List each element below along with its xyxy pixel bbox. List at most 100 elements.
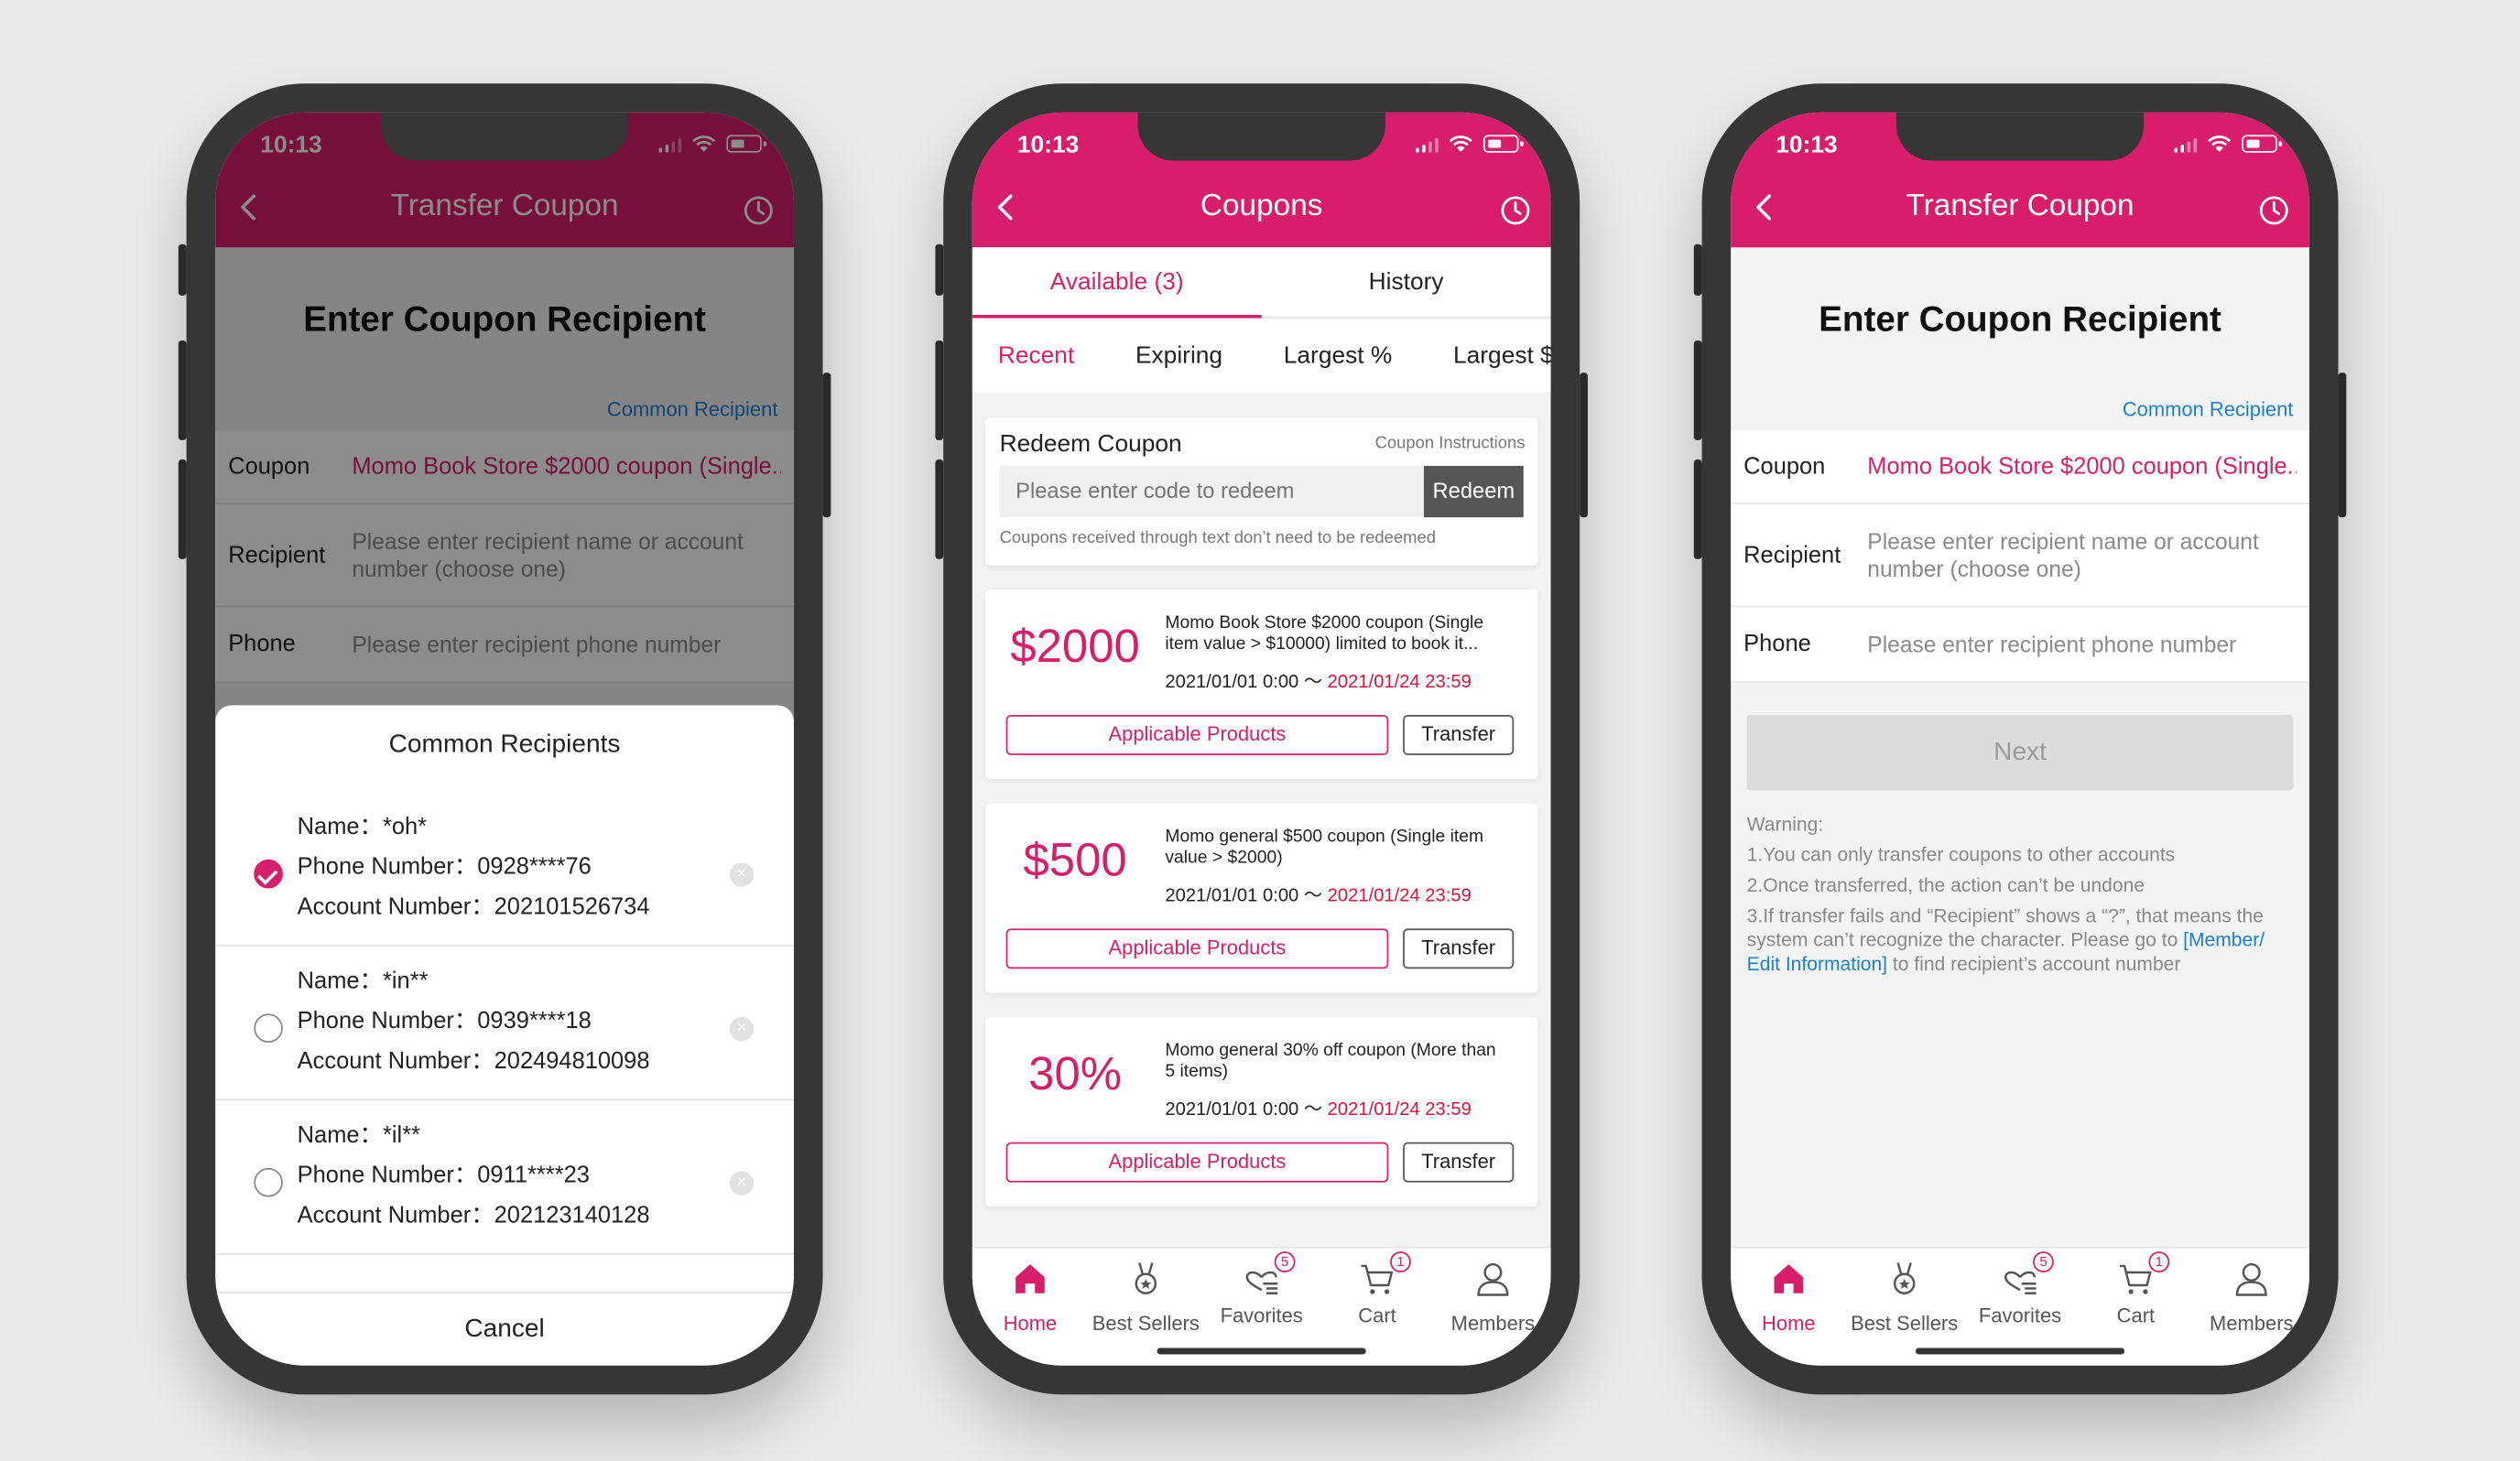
applicable-products-button[interactable]: Applicable Products	[1005, 714, 1389, 755]
recipient-phone: Phone Number：0939****18	[297, 1009, 592, 1035]
nav-members[interactable]: Members	[2194, 1249, 2309, 1336]
radio-unselected-icon[interactable]	[254, 1167, 283, 1197]
volume-up-button	[178, 341, 187, 440]
back-chevron-icon[interactable]	[1754, 193, 1776, 222]
coupon-validity: 2021/01/01 0:00 〜 2021/01/24 23:59	[1165, 882, 1471, 907]
nav-cart[interactable]: 1 Cart	[1320, 1249, 1435, 1327]
cart-badge: 1	[1390, 1251, 1411, 1272]
remove-icon[interactable]: ×	[729, 1171, 755, 1196]
signal-icon	[2173, 135, 2198, 152]
volume-down-button	[1693, 459, 1702, 559]
filter-expiring[interactable]: Expiring	[1135, 319, 1222, 392]
applicable-products-button[interactable]: Applicable Products	[1005, 1142, 1389, 1183]
filter-recent[interactable]: Recent	[998, 319, 1074, 392]
coupon-row[interactable]: Coupon Momo Book Store $2000 coupon (Sin…	[1731, 430, 2309, 505]
status-time: 10:13	[1016, 131, 1080, 159]
filter-largest-percent[interactable]: Largest %	[1284, 319, 1393, 392]
history-clock-icon[interactable]	[1499, 194, 1531, 226]
mute-switch	[178, 244, 187, 296]
battery-icon	[1483, 135, 1523, 153]
redeem-card: Redeem Coupon Coupon Instructions Redeem…	[984, 417, 1538, 566]
power-button	[2338, 373, 2347, 518]
next-button[interactable]: Next	[1746, 714, 2294, 791]
applicable-products-button[interactable]: Applicable Products	[1005, 928, 1389, 969]
nav-home-label: Home	[1762, 1312, 1816, 1336]
status-time: 10:13	[1776, 131, 1838, 159]
recipient-phone: Phone Number：0928****76	[297, 854, 592, 881]
coupon-end: 2021/01/24 23:59	[1327, 673, 1472, 693]
coupon-value: Momo Book Store $2000 coupon (Single...	[1867, 453, 2297, 480]
cart-badge: 1	[2148, 1251, 2170, 1272]
nav-favorites-label: Favorites	[1978, 1304, 2062, 1327]
recipient-name: Name：*il**	[297, 1122, 421, 1149]
recipient-option[interactable]: Name：*oh* Phone Number：0928****76 Accoun…	[215, 792, 794, 947]
wifi-icon	[1449, 135, 1472, 152]
coupon-validity: 2021/01/01 0:00 〜 2021/01/24 23:59	[1165, 668, 1471, 694]
nav-favorites[interactable]: 5 Favorites	[1203, 1249, 1319, 1327]
recipient-input[interactable]: Please enter recipient name or account n…	[1867, 528, 2297, 583]
nav-cart-label: Cart	[1358, 1304, 1396, 1327]
history-clock-icon[interactable]	[2258, 194, 2290, 226]
page-title: Enter Coupon Recipient	[1819, 298, 2221, 340]
person-icon	[2235, 1262, 2267, 1296]
screen-transfer-sheet: 10:13 Transfer Coupon Enter Coupon Recip…	[215, 112, 794, 1366]
tab-history[interactable]: History	[1262, 247, 1551, 316]
recipient-account: Account Number：202101526734	[297, 894, 650, 921]
remove-icon[interactable]: ×	[729, 862, 755, 887]
nav-home[interactable]: Home	[972, 1249, 1088, 1336]
remove-icon[interactable]: ×	[729, 1016, 755, 1042]
status-icons	[1415, 135, 1523, 153]
nav-favorites[interactable]: 5 Favorites	[1962, 1249, 2078, 1327]
recipient-name: Name：*oh*	[297, 814, 428, 840]
radio-unselected-icon[interactable]	[254, 1013, 283, 1043]
transfer-button[interactable]: Transfer	[1403, 1142, 1515, 1183]
phone-row: Phone Please enter recipient phone numbe…	[1731, 607, 2309, 683]
coupon-instructions-link[interactable]: Coupon Instructions	[1375, 434, 1526, 453]
radio-selected-icon[interactable]	[254, 859, 283, 889]
recipient-option[interactable]: Name：*il** Phone Number：0911****23 Accou…	[215, 1100, 794, 1255]
phone-label: Phone	[1743, 631, 1811, 657]
notch	[1137, 112, 1385, 161]
nav-home-label: Home	[1003, 1312, 1058, 1336]
nav-cart-label: Cart	[2116, 1304, 2156, 1327]
nav-members-label: Members	[2210, 1312, 2294, 1336]
transfer-button[interactable]: Transfer	[1403, 714, 1515, 755]
common-recipient-link[interactable]: Common Recipient	[2123, 398, 2294, 421]
coupon-description: Momo general 30% off coupon (More than 5…	[1165, 1041, 1496, 1082]
coupon-description: Momo Book Store $2000 coupon (Single ite…	[1165, 613, 1484, 655]
page-heading-area: Enter Coupon Recipient	[1731, 247, 2309, 341]
notch	[1895, 112, 2145, 161]
cart-icon-wrap: 1	[1358, 1251, 1411, 1298]
mute-switch	[935, 244, 944, 296]
phone-input[interactable]: Please enter recipient phone number	[1867, 631, 2297, 658]
nav-favorites-label: Favorites	[1220, 1304, 1303, 1327]
redeem-button[interactable]: Redeem	[1423, 465, 1524, 518]
coupon-description: Momo general $500 coupon (Single item va…	[1165, 827, 1484, 868]
home-indicator[interactable]	[1915, 1347, 2125, 1355]
nav-home[interactable]: Home	[1731, 1249, 1846, 1336]
coupon-start: 2021/01/01 0:00 〜	[1165, 886, 1328, 906]
phone-frame-2: 10:13 Coupons Available (3) History Rece…	[935, 83, 1588, 1395]
filter-largest-value[interactable]: Largest $	[1453, 319, 1551, 392]
signal-icon	[1415, 135, 1439, 152]
redeem-code-input[interactable]	[999, 465, 1426, 518]
back-chevron-icon[interactable]	[994, 193, 1017, 222]
nav-members[interactable]: Members	[1435, 1249, 1550, 1335]
home-indicator[interactable]	[1157, 1347, 1366, 1355]
coupon-label: Coupon	[1743, 453, 1826, 480]
coupon-amount: $500	[1023, 835, 1127, 887]
transfer-button[interactable]: Transfer	[1403, 928, 1515, 969]
status-icons	[2173, 135, 2282, 153]
phone-frame-3: 10:13 Transfer Coupon Enter Coupon Recip…	[1693, 83, 2347, 1395]
recipient-option[interactable]: Name：*in** Phone Number：0939****18 Accou…	[215, 947, 794, 1101]
sheet-title: Common Recipients	[388, 730, 621, 759]
nav-best-sellers[interactable]: Best Sellers	[1088, 1249, 1203, 1335]
coupon-card: $2000 Momo Book Store $2000 coupon (Sing…	[984, 590, 1538, 780]
cancel-button[interactable]: Cancel	[215, 1292, 794, 1366]
favorites-icon-wrap: 5	[1243, 1251, 1296, 1298]
nav-cart[interactable]: 1 Cart	[2078, 1249, 2193, 1327]
tab-available[interactable]: Available (3)	[972, 247, 1262, 319]
wifi-icon	[2208, 135, 2232, 152]
nav-best-sellers[interactable]: Best Sellers	[1846, 1249, 1961, 1335]
warning-block: Warning: 1.You can only transfer coupons…	[1747, 813, 2294, 983]
